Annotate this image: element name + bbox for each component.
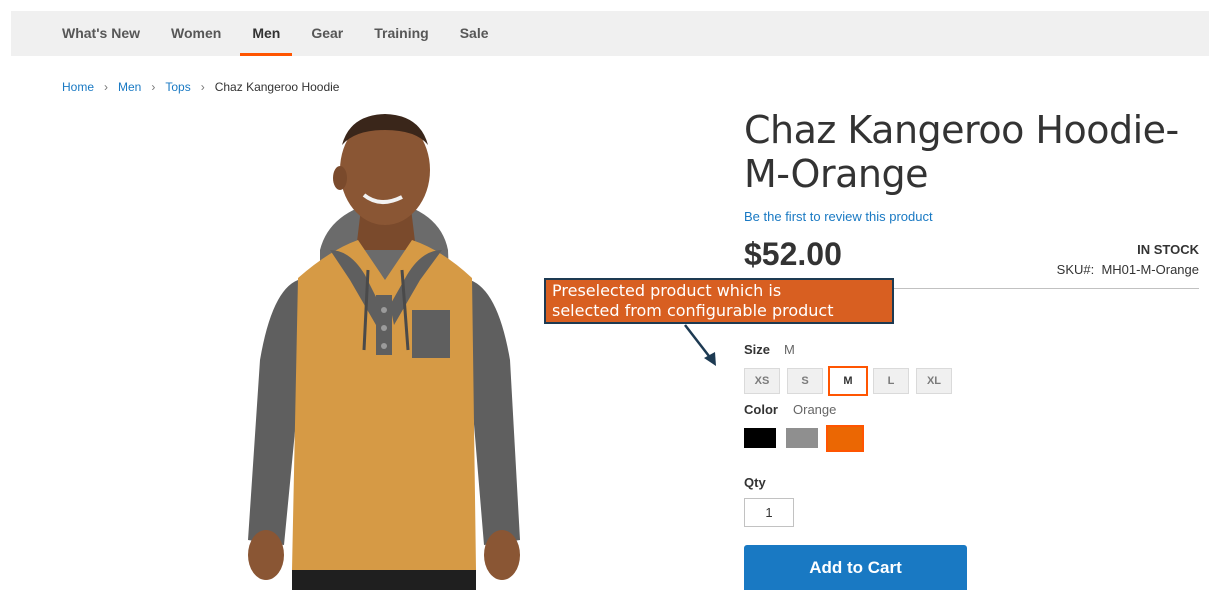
- nav-item-men[interactable]: Men: [240, 11, 293, 56]
- product-image[interactable]: [180, 100, 600, 590]
- annotation-callout: Preselected product which is selected fr…: [544, 278, 894, 324]
- breadcrumb: Home › Men › Tops › Chaz Kangeroo Hoodie: [62, 80, 339, 94]
- color-selected-value: Orange: [793, 402, 837, 417]
- color-swatch-orange[interactable]: [826, 425, 864, 452]
- color-swatch-gray[interactable]: [786, 428, 818, 448]
- size-option-l[interactable]: L: [873, 368, 909, 394]
- breadcrumb-separator-icon: ›: [151, 80, 156, 94]
- annotation-text-line1: Preselected product which is: [552, 281, 782, 300]
- nav-item-whats-new[interactable]: What's New: [62, 11, 140, 56]
- nav-item-training[interactable]: Training: [374, 11, 428, 56]
- breadcrumb-separator-icon: ›: [104, 80, 109, 94]
- stock-status: IN STOCK: [1137, 242, 1199, 257]
- nav-menu: What's New Women Men Gear Training Sale: [62, 11, 520, 56]
- size-label: Size: [744, 342, 771, 357]
- add-to-cart-button[interactable]: Add to Cart: [744, 545, 967, 590]
- size-selected-value: M: [784, 342, 795, 357]
- breadcrumb-current: Chaz Kangeroo Hoodie: [214, 80, 340, 94]
- model-hoodie-illustration: [248, 114, 520, 590]
- breadcrumb-home[interactable]: Home: [62, 80, 94, 94]
- nav-item-women[interactable]: Women: [171, 11, 221, 56]
- annotation-text-line2: selected from configurable product: [552, 301, 834, 320]
- product-sku: SKU#: MH01-M-Orange: [1057, 262, 1199, 277]
- breadcrumb-separator-icon: ›: [200, 80, 205, 94]
- sku-value: MH01-M-Orange: [1101, 262, 1199, 277]
- review-link[interactable]: Be the first to review this product: [744, 209, 933, 224]
- product-price: $52.00: [744, 236, 842, 272]
- nav-item-sale[interactable]: Sale: [460, 11, 489, 56]
- product-title: Chaz Kangeroo Hoodie-M-Orange: [744, 108, 1179, 196]
- breadcrumb-men[interactable]: Men: [118, 80, 141, 94]
- main-navigation: What's New Women Men Gear Training Sale: [11, 11, 1209, 56]
- annotation-arrow-icon: [684, 324, 716, 366]
- nav-item-gear[interactable]: Gear: [311, 11, 343, 56]
- color-label: Color: [744, 402, 778, 417]
- sku-label: SKU#:: [1056, 262, 1095, 277]
- size-option-m[interactable]: M: [828, 366, 868, 396]
- qty-input[interactable]: [744, 498, 794, 527]
- size-option-xs[interactable]: XS: [744, 368, 780, 394]
- size-option-xl[interactable]: XL: [916, 368, 952, 394]
- breadcrumb-tops[interactable]: Tops: [165, 80, 190, 94]
- color-swatch-black[interactable]: [744, 428, 776, 448]
- size-option-s[interactable]: S: [787, 368, 823, 394]
- qty-label: Qty: [744, 475, 766, 490]
